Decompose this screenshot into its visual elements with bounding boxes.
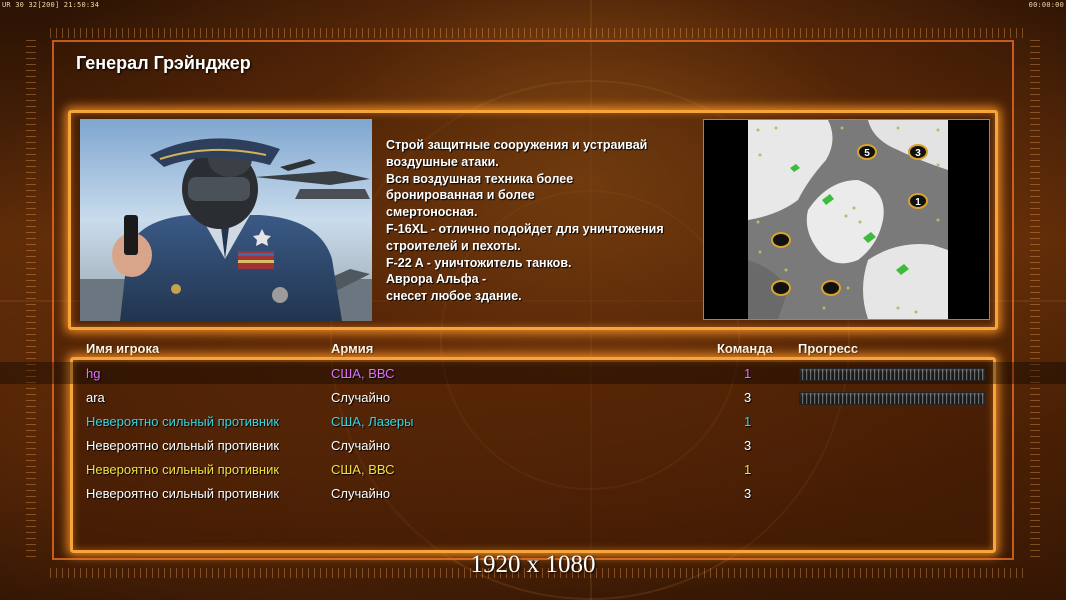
start-position-label: 5 [864, 148, 870, 159]
player-row[interactable]: Невероятно сильный противник США, Лазеры… [0, 410, 1066, 432]
background-ruler-top [50, 28, 1026, 38]
player-name: Невероятно сильный противник [86, 414, 280, 429]
start-position-label: 1 [915, 197, 921, 208]
general-portrait [80, 119, 372, 321]
player-name: hg [86, 366, 101, 381]
start-position-empty[interactable] [821, 280, 841, 296]
hud-status-left: UR 30 32[200] 21:50:34 [2, 1, 100, 9]
player-team[interactable]: 3 [744, 390, 751, 405]
hud-clock: 00:00:00 [1028, 1, 1064, 9]
player-team[interactable]: 3 [744, 486, 751, 501]
player-row[interactable]: ara Случайно 3 [0, 386, 1066, 408]
player-army[interactable]: Случайно [331, 486, 390, 501]
general-title: Генерал Грэйнджер [76, 53, 251, 73]
description-line: бронированная и более [386, 188, 535, 203]
description-line: смертоносная. [386, 205, 478, 220]
general-description: Строй защитные сооружения и устраивай во… [386, 137, 698, 305]
map-start-positions: 5 3 1 [771, 144, 928, 296]
progress-bar [799, 368, 985, 381]
player-name: Невероятно сильный противник [86, 462, 280, 477]
player-army[interactable]: США, Лазеры [331, 414, 413, 429]
start-position-empty[interactable] [771, 280, 791, 296]
player-row[interactable]: Невероятно сильный противник Случайно 3 [0, 434, 1066, 456]
player-army[interactable]: Случайно [331, 438, 390, 453]
player-army[interactable]: Случайно [331, 390, 390, 405]
player-row[interactable]: hg США, ВВС 1 [0, 362, 1066, 384]
map-image: 5 3 1 [748, 120, 948, 319]
player-name: ara [86, 390, 105, 405]
header-player-name: Имя игрока [86, 341, 160, 356]
description-line: Аврора Альфа - [386, 272, 487, 287]
player-team[interactable]: 1 [744, 366, 751, 381]
player-row[interactable]: Невероятно сильный противник Случайно 3 [0, 482, 1066, 504]
player-team[interactable]: 1 [744, 414, 751, 429]
player-name: Невероятно сильный противник [86, 486, 280, 501]
description-line: строителей и пехоты. [386, 238, 521, 253]
description-line: Строй защитные сооружения и устраивай [386, 138, 648, 152]
start-position-empty[interactable] [771, 232, 791, 248]
general-portrait-image [80, 119, 372, 321]
player-team[interactable]: 1 [744, 462, 751, 477]
player-name: Невероятно сильный противник [86, 438, 280, 453]
progress-bar [799, 392, 985, 405]
player-row[interactable]: Невероятно сильный противник США, ВВС 1 [0, 458, 1066, 480]
game-setup-screen: UR 30 32[200] 21:50:34 00:00:00 Генерал … [0, 0, 1066, 600]
player-army[interactable]: США, ВВС [331, 462, 395, 477]
map-preview[interactable]: 5 3 1 [703, 119, 990, 320]
description-line: Вся воздушная техника более [386, 171, 574, 186]
header-team: Команда [717, 341, 773, 356]
player-team[interactable]: 3 [744, 438, 751, 453]
player-army[interactable]: США, ВВС [331, 366, 395, 381]
description-line: снесет любое здание. [386, 289, 522, 304]
start-position-label: 3 [915, 148, 921, 159]
header-army: Армия [331, 341, 374, 356]
description-line: F-16XL - отлично подойдет для уничтожени… [386, 221, 664, 236]
description-line: F-22 A - уничтожитель танков. [386, 255, 572, 270]
header-progress: Прогресс [798, 341, 859, 356]
resolution-caption: 1920 x 1080 [470, 551, 596, 578]
description-line: воздушные атаки. [386, 154, 499, 169]
